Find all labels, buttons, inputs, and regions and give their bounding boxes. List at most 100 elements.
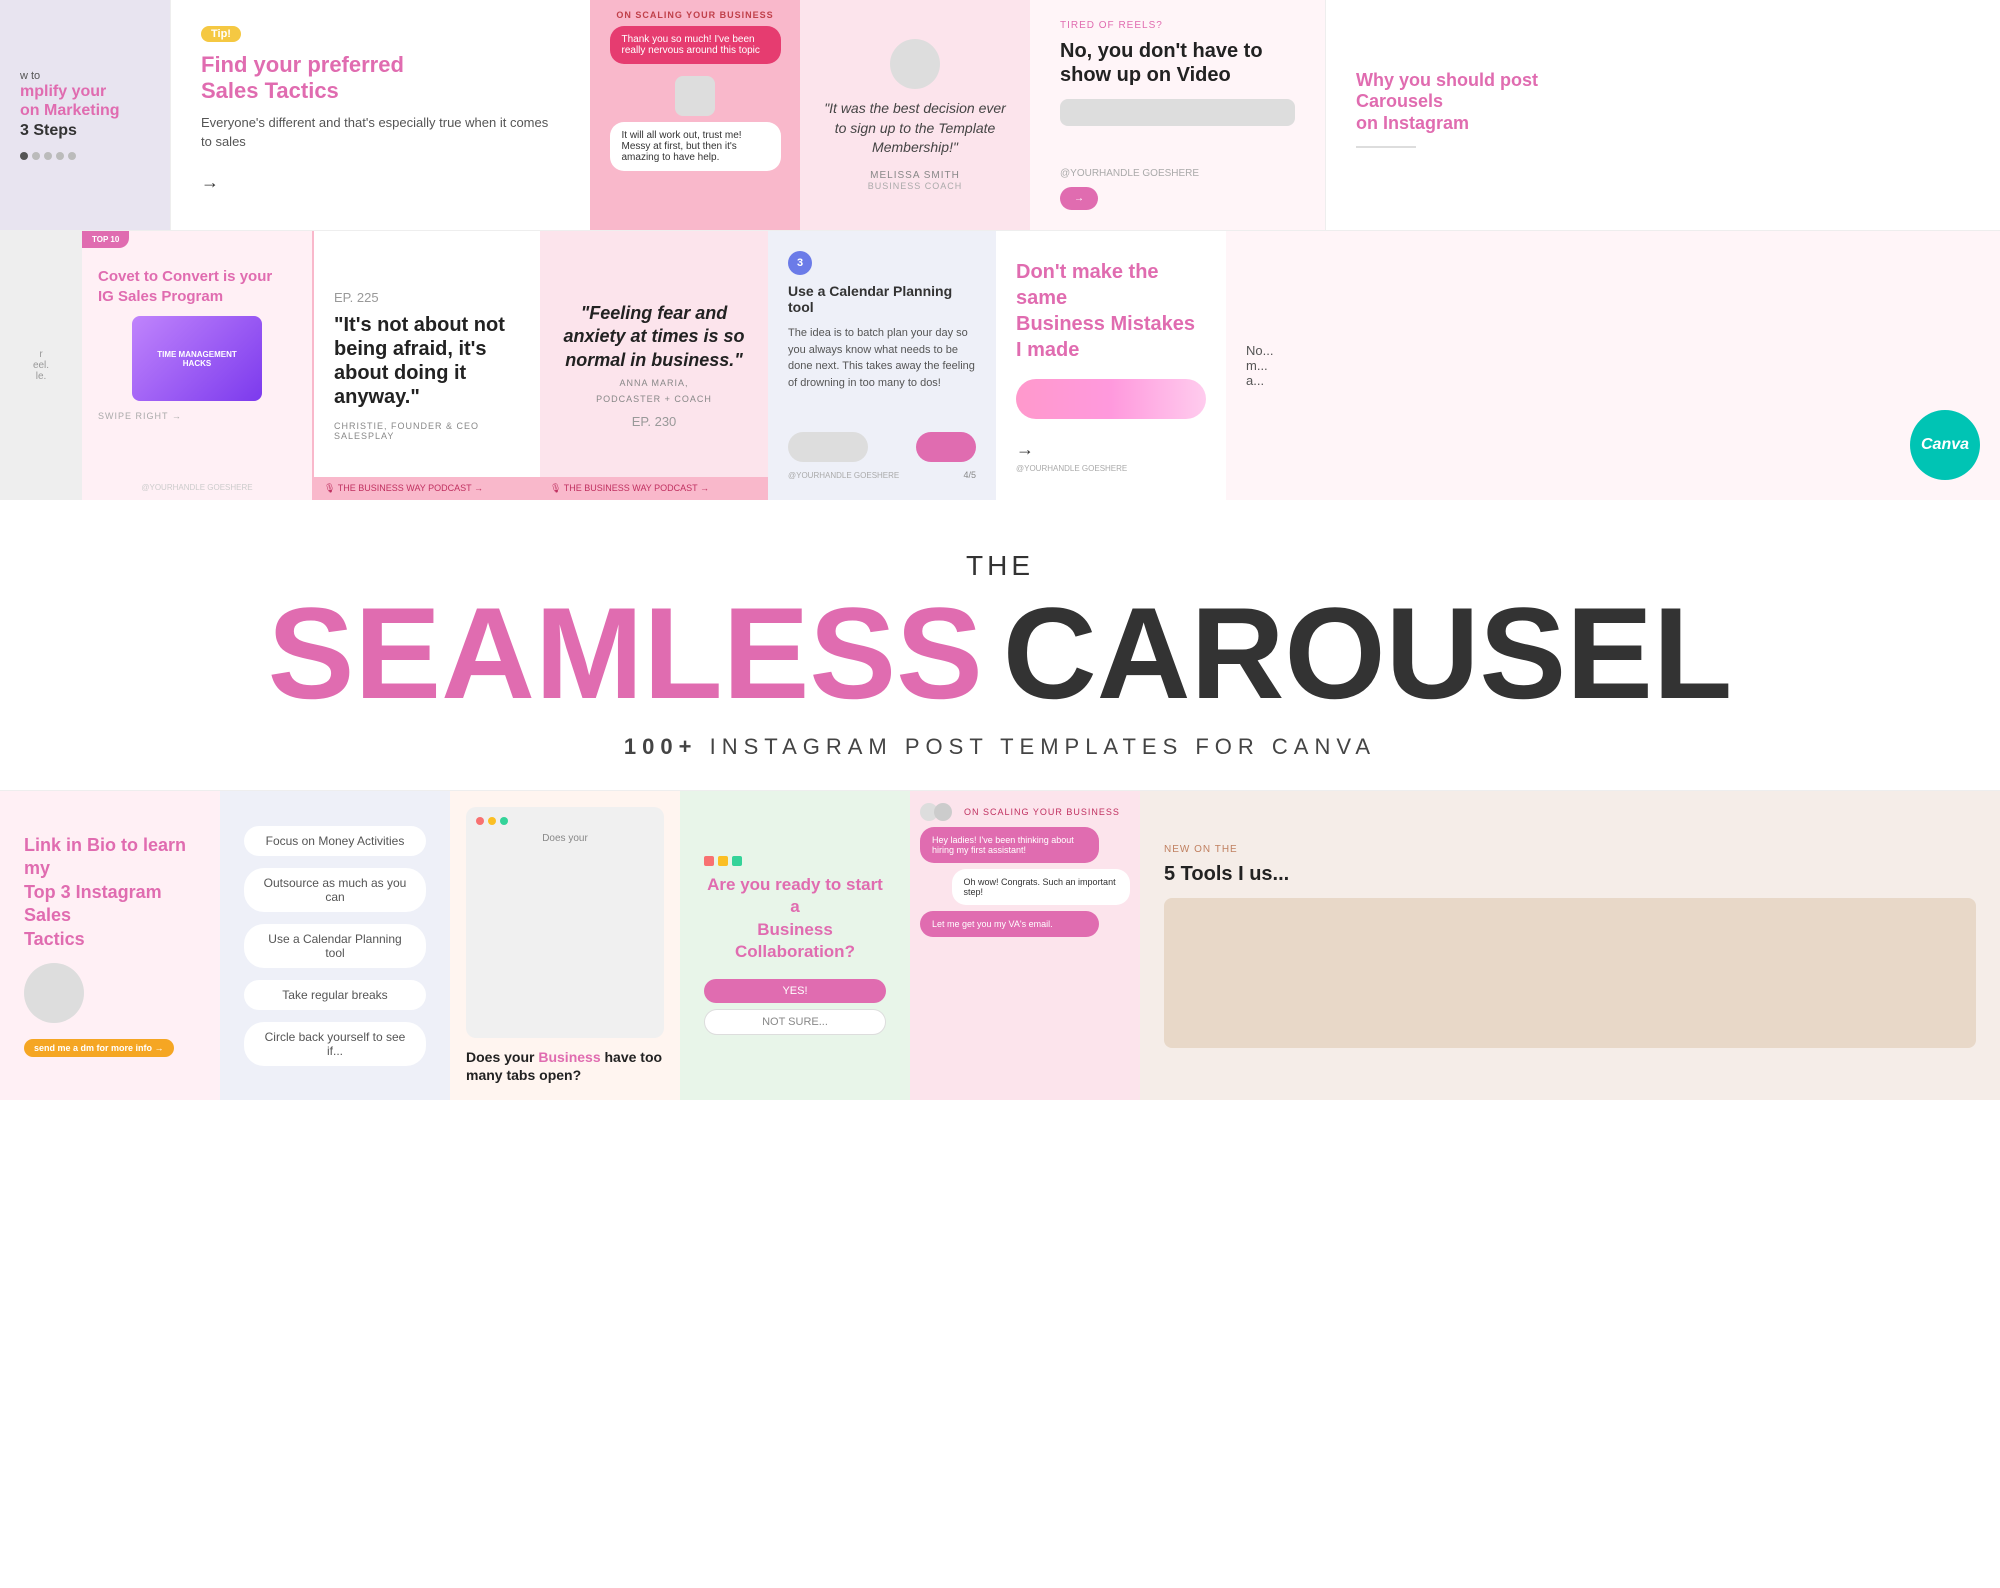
card-chat-scaling: ON SCALING YOUR BUSINESS Thank you so mu… [590, 0, 800, 230]
dot-1 [20, 152, 28, 160]
calendar-page: 4/5 [963, 470, 976, 480]
mistakes-wave [1016, 379, 1206, 419]
card-mistakes: Don't make the same Business Mistakes I … [996, 231, 1226, 500]
calendar-badge-img2 [916, 432, 976, 462]
quote-text: "It was the best decision ever to sign u… [820, 99, 1010, 158]
dot-red [476, 817, 484, 825]
mistakes-arrow: → [1016, 439, 1206, 460]
list-item-3: Use a Calendar Planning tool [244, 924, 426, 968]
device-label: TIME MANAGEMENT HACKS [157, 350, 237, 368]
canva-badge: Canva [1910, 410, 1980, 480]
collab-icons [704, 856, 886, 866]
amplify-line1: w to [20, 70, 150, 82]
list-item-4: Take regular breaks [244, 980, 426, 1010]
device-mockup: TIME MANAGEMENT HACKS [132, 316, 262, 401]
mistakes-handle: @YOURHANDLE GOESHERE [1016, 464, 1206, 473]
card-podcast-fear: "Feeling fear and anxiety at times is so… [540, 231, 768, 500]
ig-heading-accent: Covet to Convert [98, 268, 219, 285]
scaling-avatars [920, 803, 952, 821]
link-bio-heading: Link in Bio to learn my Top 3 Instagram … [24, 834, 196, 951]
amplify-line2: mplify your [20, 82, 150, 101]
collab-accent: Business Collaboration? [735, 920, 855, 961]
calendar-footer [788, 420, 976, 462]
calendar-title: Use a Calendar Planning tool [788, 283, 976, 315]
card-tools: NEW ON THE 5 Tools I us... [1140, 791, 2000, 1100]
step-badge: 3 [788, 251, 812, 275]
card-calendar: 3 Use a Calendar Planning tool The idea … [768, 231, 996, 500]
card-partial-left: reel.le. [0, 231, 82, 500]
new-on-label: NEW ON THE [1164, 844, 1976, 855]
chat-msg-1: Thank you so much! I've been really nerv… [610, 26, 781, 64]
sales-arrow: → [201, 172, 560, 193]
sales-body: Everyone's different and that's especial… [201, 113, 560, 152]
collab-dot-yellow [718, 856, 728, 866]
reels-btn[interactable]: → [1060, 187, 1098, 210]
chat-title-bar [476, 817, 654, 825]
calendar-bottom: @YOURHANDLE GOESHERE 4/5 [788, 470, 976, 480]
title-the: THE [40, 550, 1960, 582]
dot-green [500, 817, 508, 825]
top-row: w to mplify your on Marketing 3 Steps Ti… [0, 0, 2000, 230]
chat-header: ON SCALING YOUR BUSINESS [616, 10, 773, 20]
ig-heading-3: IG Sales Program [98, 288, 223, 305]
btn-yes[interactable]: YES! [704, 979, 886, 1003]
swipe-right: SWIPE RIGHT → [98, 411, 296, 421]
podcast-quote: "It's not about not being afraid, it's a… [334, 313, 520, 409]
partial-text: reel.le. [23, 339, 59, 392]
author-avatar [890, 39, 940, 89]
card-no-reels: TIRED OF REELS? No, you don't have to sh… [1030, 0, 1325, 230]
calendar-body: The idea is to batch plan your day so yo… [788, 325, 976, 391]
link-bio-avatar [24, 963, 84, 1023]
collab-dot-green [732, 856, 742, 866]
card-ig-sales: TOP 10 Covet to Convert is your IG Sales… [82, 231, 312, 500]
collab-line: Are you ready to start a [707, 875, 883, 916]
mistakes-accent: Business Mistakes [1016, 313, 1195, 335]
no-reels-heading: No, you don't have to show up on Video [1060, 39, 1295, 87]
mistakes-line1: Don't make the same [1016, 261, 1159, 309]
canva-label: Canva [1921, 436, 1969, 454]
collab-dot-red [704, 856, 714, 866]
bottom-row: Link in Bio to learn my Top 3 Instagram … [0, 790, 2000, 1100]
amplify-line3: 3 Steps [20, 121, 150, 140]
fear-author: ANNA MARIA, [560, 378, 748, 388]
tools-heading: 5 Tools I us... [1164, 863, 1976, 886]
dot-yellow [488, 817, 496, 825]
link-bio-accent: Top 3 Instagram Sales [24, 882, 162, 925]
list-item-5: Circle back yourself to see if... [244, 1022, 426, 1066]
btn-notsure[interactable]: NOT SURE... [704, 1009, 886, 1035]
tip-badge: Tip! [201, 26, 241, 42]
calendar-handle: @YOURHANDLE GOESHERE [788, 471, 899, 480]
fear-footer: 🎙 THE BUSINESS WAY PODCAST → [540, 477, 768, 500]
sales-heading-line1: Find your preferred [201, 52, 404, 77]
ig-heading-2: is your [223, 268, 272, 285]
carousels-accent: Carousels [1356, 91, 1443, 111]
title-100: 100+ [624, 734, 698, 759]
title-carousel: CAROUSEL [1003, 588, 1732, 718]
dot-2 [32, 152, 40, 160]
top-badge: TOP 10 [82, 231, 129, 248]
card-link-bio: Link in Bio to learn my Top 3 Instagram … [0, 791, 220, 1100]
podcast-attribution: CHRISTIE, FOUNDER & CEO SALESPLAY [334, 421, 520, 441]
sales-heading-accent: Sales Tactics [201, 78, 339, 103]
title-main: SEAMLESS CAROUSEL [40, 588, 1960, 718]
title-templates: INSTAGRAM POST TEMPLATES FOR CANVA [710, 734, 1376, 759]
card-amplify: w to mplify your on Marketing 3 Steps [0, 0, 170, 230]
carousels-heading: Why you should post Carousels on Instagr… [1356, 70, 1555, 135]
podcast-footer: 🎙 THE BUSINESS WAY PODCAST → [314, 477, 540, 500]
title-section: THE SEAMLESS CAROUSEL 100+ INSTAGRAM POS… [0, 500, 2000, 790]
tools-image [1164, 898, 1976, 1048]
ig-handle: @YOURHANDLE GOESHERE [141, 483, 252, 492]
link-bio-line2: Tactics [24, 929, 85, 949]
reels-image [1060, 99, 1295, 126]
list-item-2: Outsource as much as you can [244, 868, 426, 912]
carousels-line1: Why you should post [1356, 70, 1538, 90]
card-sales-tactics: Tip! Find your preferred Sales Tactics E… [170, 0, 590, 230]
chat-msg-2: It will all work out, trust me! Messy at… [610, 122, 781, 171]
collab-heading: Are you ready to start a Business Collab… [704, 874, 886, 962]
fear-ep: EP. 230 [560, 414, 748, 429]
tabs-heading: Does your Business have too many tabs op… [466, 1048, 664, 1084]
tabs-subtitle: Does your [476, 833, 654, 844]
scaling-msg-2: Oh wow! Congrats. Such an important step… [952, 869, 1131, 905]
list-item-1: Focus on Money Activities [244, 826, 426, 856]
card-testimonial: "It was the best decision ever to sign u… [800, 0, 1030, 230]
